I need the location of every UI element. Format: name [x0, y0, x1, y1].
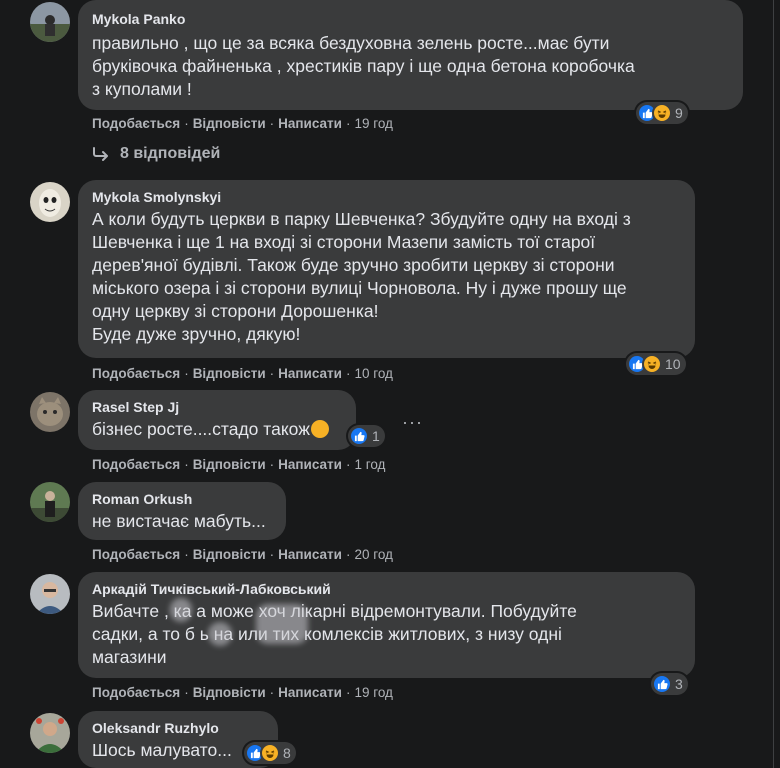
like-button[interactable]: Подобається	[92, 116, 180, 131]
comment-actions: Подобається · Відповісти · Написати · 10 год	[92, 366, 393, 381]
write-button[interactable]: Написати	[278, 116, 342, 131]
haha-icon	[642, 354, 662, 374]
reaction-counter[interactable]: 3	[651, 673, 688, 695]
replies-count[interactable]: 8 відповідей	[120, 145, 220, 163]
reply-button[interactable]: Відповісти	[193, 685, 266, 700]
avatar[interactable]	[30, 482, 70, 522]
like-button[interactable]: Подобається	[92, 685, 180, 700]
reply-button[interactable]: Відповісти	[193, 457, 266, 472]
write-button[interactable]: Написати	[278, 457, 342, 472]
comment-author[interactable]: Mykola Smolynskyi	[92, 188, 683, 206]
avatar[interactable]	[30, 182, 70, 222]
reply-button[interactable]: Відповісти	[193, 547, 266, 562]
avatar[interactable]	[30, 392, 70, 432]
comment-actions: Подобається · Відповісти · Написати · 19 год	[92, 685, 393, 700]
comment-actions: Подобається · Відповісти · Написати · 20 год	[92, 547, 393, 562]
timestamp[interactable]: 19 год	[354, 116, 392, 131]
comment-text: правильно , що це за всяка бездуховна зе…	[92, 33, 635, 99]
avatar[interactable]	[30, 574, 70, 614]
comment-bubble: Mykola Panko правильно , що це за всяка …	[78, 0, 743, 110]
haha-icon	[652, 103, 672, 123]
comment-text: Шось малувато...	[92, 740, 232, 760]
reply-button[interactable]: Відповісти	[193, 116, 266, 131]
reaction-count: 1	[372, 428, 380, 444]
avatar[interactable]	[30, 713, 70, 753]
timestamp[interactable]: 10 год	[354, 366, 392, 381]
timestamp[interactable]: 1 год	[354, 457, 385, 472]
comment-bubble: Аркадій Тичківський-Лабковський Вибачте …	[78, 572, 695, 678]
write-button[interactable]: Написати	[278, 547, 342, 562]
comment-author[interactable]: Rasel Step Jj	[92, 398, 344, 416]
comment-text-value: бізнес росте....стадо також	[92, 419, 310, 439]
haha-emoji-icon	[310, 420, 329, 438]
like-button[interactable]: Подобається	[92, 547, 180, 562]
comment-bubble: Roman Orkush не вистачає мабуть...	[78, 482, 286, 540]
comment-text: А коли будуть церкви в парку Шевченка? З…	[92, 209, 631, 344]
comment-author[interactable]: Oleksandr Ruzhylo	[92, 719, 266, 737]
like-button[interactable]: Подобається	[92, 366, 180, 381]
like-icon	[349, 426, 369, 446]
view-replies-link[interactable]: 8 відповідей	[92, 145, 220, 163]
reaction-count: 10	[665, 356, 681, 372]
comment-author[interactable]: Аркадій Тичківський-Лабковський	[92, 580, 683, 598]
reaction-counter[interactable]: 8	[244, 742, 296, 764]
redaction-blur	[208, 622, 232, 646]
redaction-blur	[170, 598, 192, 622]
like-button[interactable]: Подобається	[92, 457, 180, 472]
haha-icon	[260, 743, 280, 763]
comment-actions: Подобається · Відповісти · Написати · 1 год	[92, 457, 386, 472]
reaction-count: 8	[283, 745, 291, 761]
comment-author[interactable]: Roman Orkush	[92, 490, 274, 508]
reaction-count: 9	[675, 105, 683, 121]
write-button[interactable]: Написати	[278, 366, 342, 381]
timestamp[interactable]: 20 год	[354, 547, 392, 562]
reaction-counter[interactable]: 10	[626, 353, 686, 375]
reply-arrow-icon	[93, 147, 108, 161]
reaction-count: 3	[675, 676, 683, 692]
comment-actions: Подобається · Відповісти · Написати · 19 год	[92, 116, 393, 131]
like-icon	[652, 674, 672, 694]
comment-text: не вистачає мабуть...	[92, 511, 266, 531]
redaction-blur	[256, 604, 308, 644]
comment-author[interactable]: Mykola Panko	[92, 10, 731, 28]
scrollbar-track	[773, 0, 774, 768]
reaction-counter[interactable]: 9	[636, 102, 688, 124]
timestamp[interactable]: 19 год	[354, 685, 392, 700]
reply-button[interactable]: Відповісти	[193, 366, 266, 381]
comment-bubble: Rasel Step Jj бізнес росте....стадо тако…	[78, 390, 356, 450]
reaction-counter[interactable]: 1	[348, 425, 385, 447]
comment-text: бізнес росте....стадо також	[92, 418, 344, 441]
comment-bubble: Mykola Smolynskyi А коли будуть церкви в…	[78, 180, 695, 358]
write-button[interactable]: Написати	[278, 685, 342, 700]
more-options-icon[interactable]: ···	[402, 412, 422, 433]
avatar[interactable]	[30, 2, 70, 42]
